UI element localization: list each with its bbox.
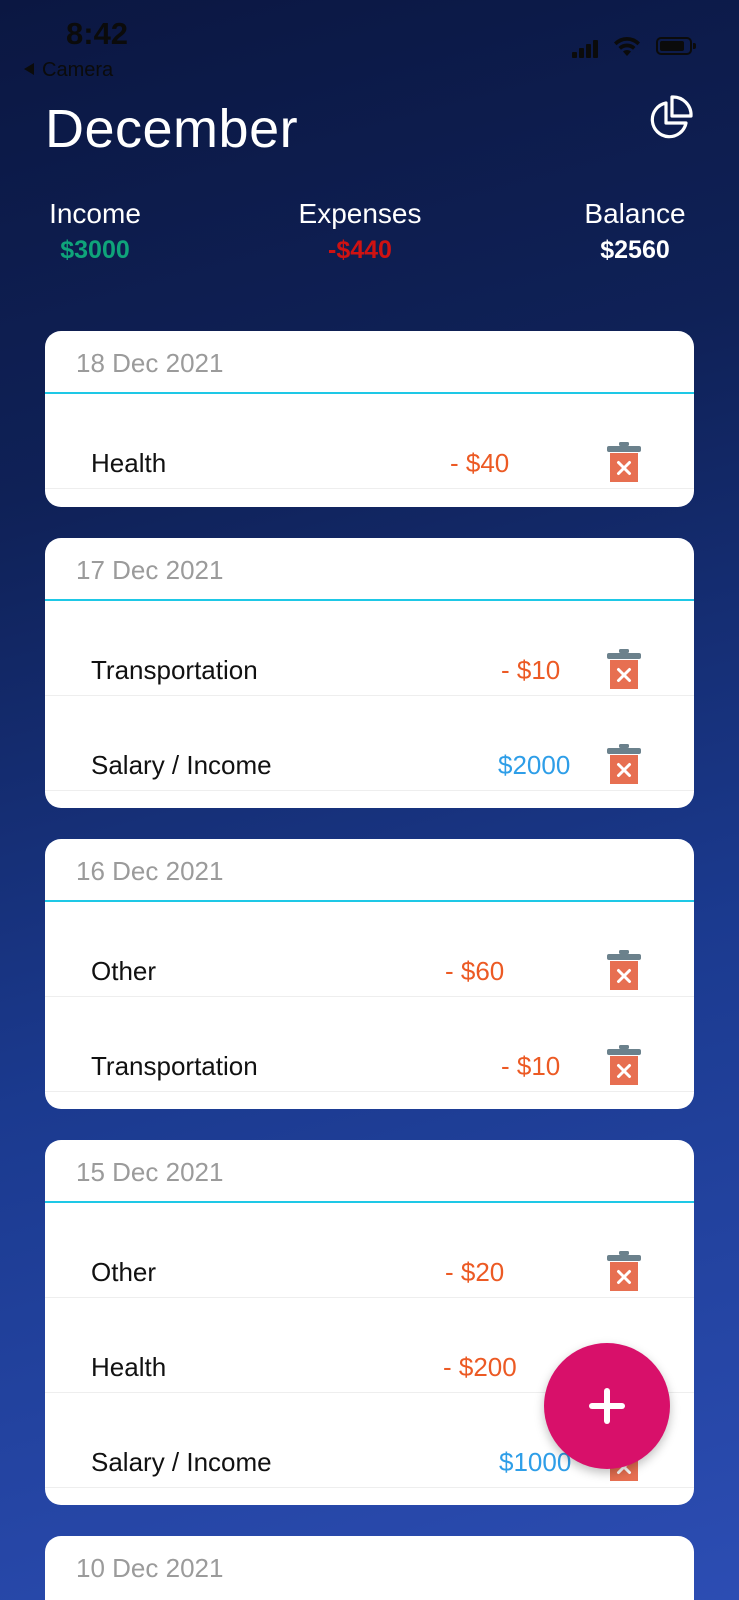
day-card: 17 Dec 2021 Transportation - $10 Salary … xyxy=(45,538,694,808)
transaction-category: Other xyxy=(91,1257,157,1287)
transaction-category: Other xyxy=(91,956,157,986)
day-date: 16 Dec 2021 xyxy=(76,856,224,886)
transaction-row[interactable]: Salary / Income $2000 xyxy=(45,696,694,791)
day-card-header: 10 Dec 2021 xyxy=(45,1536,694,1597)
day-date: 15 Dec 2021 xyxy=(76,1157,224,1187)
pie-chart-icon[interactable] xyxy=(645,94,695,144)
balance-summary: Balance $2560 xyxy=(575,198,695,265)
trash-icon[interactable] xyxy=(607,1045,641,1085)
day-date: 10 Dec 2021 xyxy=(76,1553,224,1583)
transaction-category: Transportation xyxy=(91,1051,258,1081)
battery-icon xyxy=(656,37,696,55)
balance-label: Balance xyxy=(584,198,686,229)
back-label: Camera xyxy=(42,59,114,81)
transaction-row[interactable]: Other - $60 xyxy=(45,902,694,997)
trash-icon[interactable] xyxy=(607,442,641,482)
transaction-row[interactable]: Transportation - $10 xyxy=(45,997,694,1092)
transaction-amount: - $10 xyxy=(501,655,561,685)
day-card-header: 16 Dec 2021 xyxy=(45,839,694,902)
transaction-category: Salary / Income xyxy=(91,1447,272,1477)
transaction-row[interactable]: Health - $40 xyxy=(45,394,694,489)
trash-icon[interactable] xyxy=(607,1251,641,1291)
transaction-row[interactable]: Transportation - $10 xyxy=(45,601,694,696)
day-card-header: 15 Dec 2021 xyxy=(45,1140,694,1203)
income-label: Income xyxy=(49,198,141,229)
month-title: December xyxy=(45,99,299,159)
back-arrow-icon xyxy=(24,63,34,75)
transaction-category: Salary / Income xyxy=(91,750,272,780)
expenses-label: Expenses xyxy=(298,198,422,229)
transaction-amount: - $200 xyxy=(443,1352,517,1382)
status-bar: 8:42 Camera xyxy=(0,0,739,90)
income-value: $3000 xyxy=(60,236,130,264)
transaction-category: Transportation xyxy=(91,655,258,685)
day-date: 17 Dec 2021 xyxy=(76,555,224,585)
trash-icon[interactable] xyxy=(607,950,641,990)
trash-icon[interactable] xyxy=(607,649,641,689)
transaction-category: Health xyxy=(91,448,167,478)
transaction-amount: - $20 xyxy=(445,1257,505,1287)
back-to-camera-link[interactable]: Camera xyxy=(24,59,113,82)
day-card: 10 Dec 2021 xyxy=(45,1536,694,1600)
home-indicator xyxy=(239,1574,502,1583)
transaction-category: Health xyxy=(91,1352,167,1382)
expenses-value: -$440 xyxy=(328,236,392,264)
transaction-amount: $1000 xyxy=(499,1447,572,1477)
day-date: 18 Dec 2021 xyxy=(76,348,224,378)
expenses-summary: Expenses -$440 xyxy=(290,198,430,265)
summary-bar: Income $3000 Expenses -$440 Balance $256… xyxy=(45,198,695,278)
day-card: 16 Dec 2021 Other - $60 Transportation -… xyxy=(45,839,694,1109)
status-time: 8:42 xyxy=(66,16,129,51)
transaction-amount: - $60 xyxy=(445,956,505,986)
balance-value: $2560 xyxy=(600,236,670,264)
add-transaction-button[interactable] xyxy=(544,1343,670,1469)
transaction-row[interactable]: Other - $20 xyxy=(45,1203,694,1298)
day-card-header: 18 Dec 2021 xyxy=(45,331,694,394)
cellular-signal-icon xyxy=(572,38,600,58)
day-card-header: 17 Dec 2021 xyxy=(45,538,694,601)
wifi-icon xyxy=(614,36,640,56)
day-card: 18 Dec 2021 Health - $40 xyxy=(45,331,694,507)
transaction-amount: $2000 xyxy=(498,750,571,780)
transaction-amount: - $40 xyxy=(450,448,510,478)
income-summary: Income $3000 xyxy=(45,198,145,265)
transaction-amount: - $10 xyxy=(501,1051,561,1081)
trash-icon[interactable] xyxy=(607,744,641,784)
